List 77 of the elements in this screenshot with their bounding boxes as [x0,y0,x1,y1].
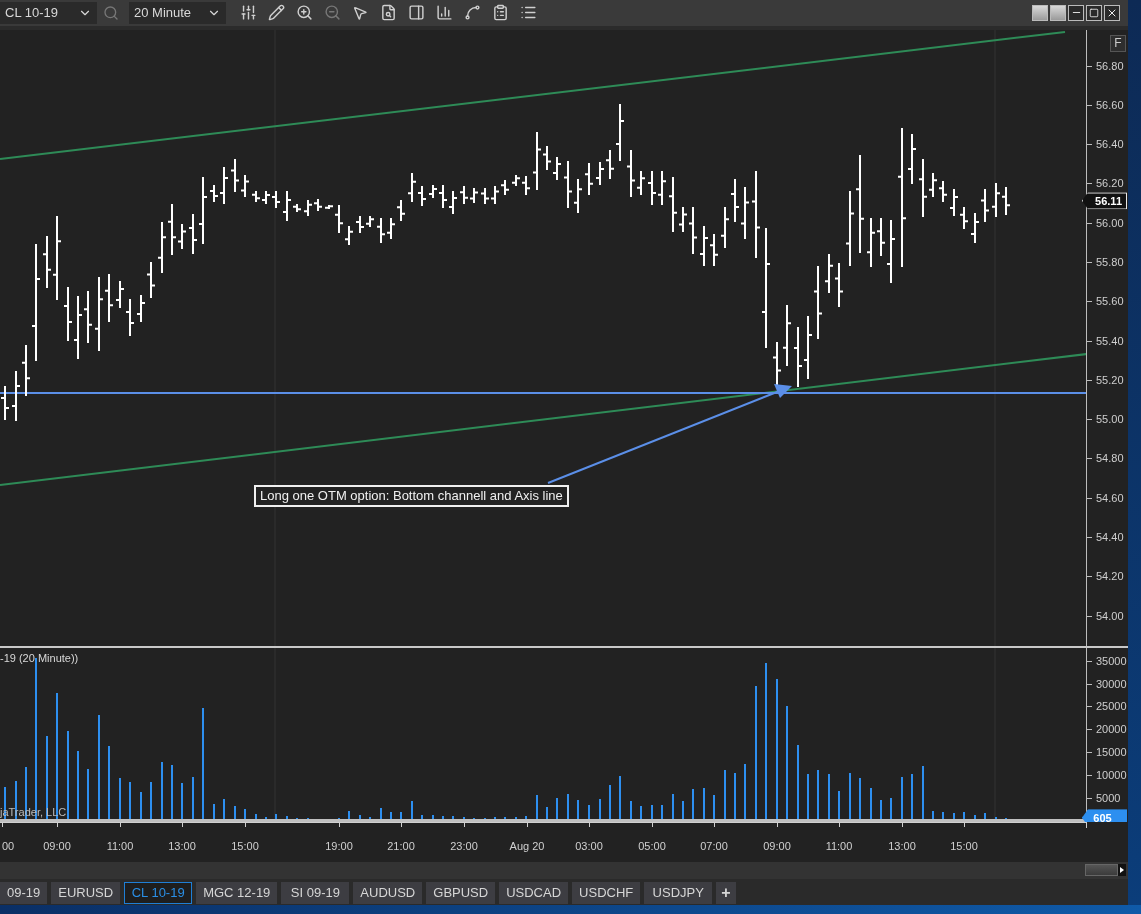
sliders-icon[interactable] [239,4,257,22]
time-label: 03:00 [575,839,603,852]
time-label: 09:00 [763,839,791,852]
instrument-tab[interactable]: AUDUSD [353,881,423,904]
price-label: 55.80 [1096,256,1124,268]
price-label: 55.40 [1096,334,1124,347]
price-label: 55.60 [1096,295,1124,308]
add-tab-button[interactable]: + [716,881,736,904]
instrument-tab[interactable]: USDJPY [644,881,713,904]
price-label: 56.20 [1096,177,1124,190]
instrument-tab[interactable]: MGC 12-19 [196,881,278,904]
price-label: 56.40 [1096,138,1124,151]
price-label: 55.00 [1096,413,1124,426]
scroll-thumb[interactable] [1085,864,1118,877]
annotation-label[interactable]: Long one OTM option: Bottom channell and Axis line [254,484,569,507]
volume-label: 30000 [1096,677,1127,690]
instrument-tab[interactable]: USDCAD [499,881,569,904]
price-label: 56.60 [1096,98,1124,111]
time-label: 23:00 [450,839,478,852]
zoom-out-icon[interactable] [323,4,341,22]
time-label: 15:00 [950,839,978,852]
instrument-tab[interactable]: CL 10-19 [124,881,193,904]
instrument-tab[interactable]: EURUSD [51,881,121,904]
volume-label: 5000 [1096,792,1121,804]
time-label: 13:00 [168,839,196,852]
price-label: 54.00 [1096,609,1124,622]
volume-label: 20000 [1096,723,1127,736]
annotation-arrow[interactable] [547,383,792,484]
time-label: 05:00 [638,839,666,852]
volume-label: 35000 [1096,654,1127,667]
panel-icon[interactable] [407,4,425,22]
pencil-icon[interactable] [267,4,285,22]
time-label: 09:00 [43,839,71,852]
tile-button[interactable] [1050,4,1066,21]
f-button[interactable]: F [1110,34,1126,52]
time-label: 15:00 [231,839,259,852]
search-icon[interactable] [103,4,119,21]
volume-label: 10000 [1096,769,1127,782]
close-button[interactable] [1104,4,1120,21]
interval-dropdown[interactable]: 20 Minute [129,1,226,24]
price-label: 54.80 [1096,452,1124,465]
time-label: 07:00 [700,839,728,852]
horizontal-line[interactable] [0,391,1086,394]
scroll-right-arrow[interactable] [1118,864,1126,877]
pointer-icon[interactable] [352,4,368,21]
instrument-tab[interactable]: GBPUSD [426,881,496,904]
maximize-button[interactable] [1086,4,1102,21]
time-label: 21:00 [387,839,415,852]
time-label: 00 [1,839,15,852]
document-search-icon[interactable] [379,4,397,22]
instrument-tab[interactable]: SI 09-19 [281,881,350,904]
price-label: 56.80 [1096,59,1124,72]
price-label: 54.40 [1096,531,1124,543]
volume-label: 25000 [1096,700,1127,713]
instrument-tab[interactable]: 09-19 [0,881,48,904]
time-label: 13:00 [888,839,916,852]
maximize-icon [1089,7,1099,18]
last-price-marker: 56.11 [1082,192,1127,210]
minimize-button[interactable] [1068,4,1084,21]
time-label: 11:00 [106,839,134,852]
instrument-tab[interactable]: USDCHF [572,881,641,904]
indicator-title: -19 (20 Minute)) [0,651,79,664]
instrument-dropdown[interactable]: CL 10-19 [0,1,97,24]
price-label: 56.00 [1096,216,1124,229]
time-label: Aug 20 [509,839,545,852]
volume-label: 15000 [1096,746,1127,759]
tile-button[interactable] [1032,4,1048,21]
price-label: 54.60 [1096,491,1124,504]
zoom-in-icon[interactable] [295,4,313,22]
time-label: 19:00 [325,839,353,852]
line-chart-icon[interactable] [463,4,481,22]
price-label: 55.20 [1096,373,1124,386]
trend-line[interactable] [0,352,1086,486]
bar-chart-icon[interactable] [435,4,453,22]
price-label: 54.20 [1096,570,1124,583]
clipboard-icon[interactable] [491,4,509,22]
time-label: 11:00 [825,839,853,852]
